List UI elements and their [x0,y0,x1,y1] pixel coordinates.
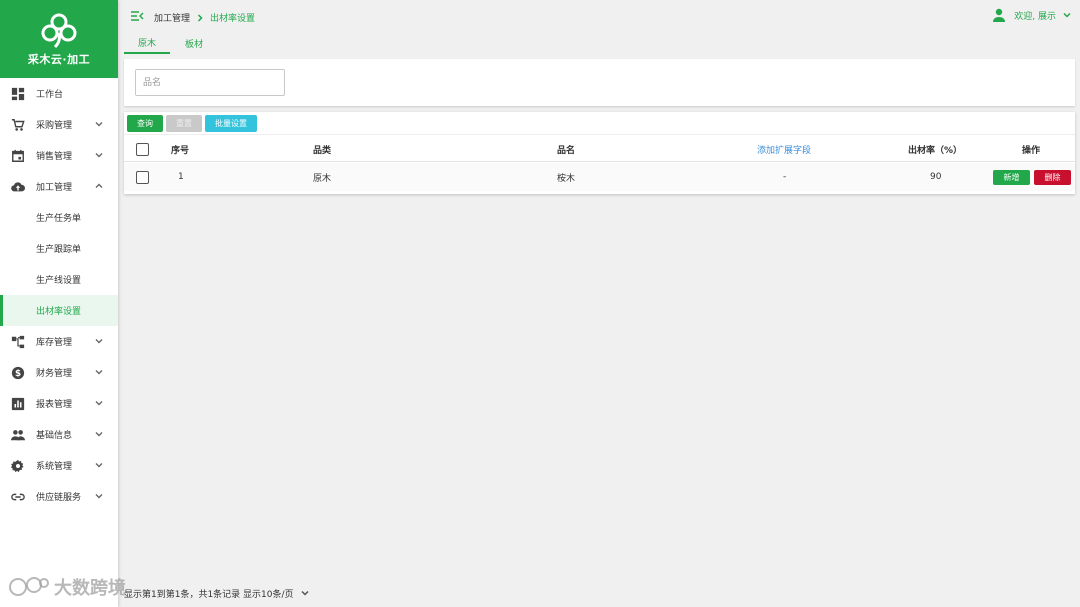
breadcrumb: 加工管理 出材率设置 [154,11,255,24]
reset-button[interactable]: 重置 [166,115,202,132]
tab-log[interactable]: 原木 [124,32,170,54]
search-panel [124,59,1075,106]
brand-name: 采木云·加工 [27,53,91,66]
cell-yield-rate: 90 [930,172,942,182]
row-checkbox[interactable] [136,170,149,184]
sidebar-item-label: 报表管理 [36,400,73,410]
tab-bar: 原木 板材 [124,32,218,54]
chevron-down-icon [94,460,104,470]
sidebar-item-label: 系统管理 [36,462,73,472]
chevron-down-icon [94,367,104,377]
cell-name: 桉木 [557,173,576,184]
row-select-cell [136,163,149,191]
svg-text:$: $ [15,369,21,379]
breadcrumb-root[interactable]: 加工管理 [154,11,190,24]
chevron-down-icon [94,429,104,439]
breadcrumb-current: 出材率设置 [210,14,256,24]
dollar-icon: $ [10,365,26,381]
sidebar-item-finance[interactable]: $ 财务管理 [0,357,118,388]
sidebar-subitem-yield-rate[interactable]: 出材率设置 [0,295,118,326]
table-row: 1 原木 桉木 - 90 新增 删除 [124,163,1075,191]
watermark-logo-icon [9,577,49,596]
pagination-info: 显示第1到第1条，共1条记录 显示10条/页 [124,589,294,600]
query-button[interactable]: 查询 [127,115,163,132]
column-header-category: 品类 [313,145,332,156]
sidebar-item-label: 工作台 [36,90,64,100]
sidebar-item-label: 基础信息 [36,431,73,441]
batch-settings-button[interactable]: 批量设置 [205,115,257,132]
sidebar-item-workbench[interactable]: 工作台 [0,78,118,109]
top-header: 加工管理 出材率设置 欢迎, 展示 [118,0,1080,32]
add-extension-field-link[interactable]: 添加扩展字段 [757,135,811,163]
people-icon [10,427,26,443]
chevron-down-icon [94,398,104,408]
sidebar-item-sales[interactable]: 销售管理 [0,140,118,171]
sidebar-item-purchase[interactable]: 采购管理 [0,109,118,140]
sidebar-item-inventory[interactable]: 库存管理 [0,326,118,357]
sidebar-item-reports[interactable]: 报表管理 [0,388,118,419]
sidebar-item-basic-info[interactable]: 基础信息 [0,419,118,450]
sidebar-item-label: 库存管理 [36,338,73,348]
page-size-dropdown-icon[interactable] [300,588,310,598]
link-icon [10,489,26,505]
sidebar-item-label: 供应链服务 [36,493,82,503]
welcome-text: 欢迎, 展示 [1014,11,1056,22]
sidebar-item-label: 采购管理 [36,121,73,131]
cloud-upload-icon [10,179,26,195]
cart-icon [10,117,26,133]
user-icon [992,8,1006,22]
sidebar-nav: 工作台 采购管理 销售管理 加工管理 生产任务单 生产跟踪单 生产线设置 出材率… [0,78,118,512]
add-row-button[interactable]: 新增 [993,170,1030,185]
pagination: 显示第1到第1条，共1条记录 显示10条/页 [124,586,310,600]
brand-logo[interactable]: 采木云·加工 [0,0,118,78]
clover-logo-icon [41,13,77,49]
dashboard-icon [10,86,26,102]
sidebar-item-label: 财务管理 [36,369,73,379]
sidebar-item-system[interactable]: 系统管理 [0,450,118,481]
column-header-index: 序号 [171,145,190,156]
chevron-down-icon [94,150,104,160]
sidebar-subitem-production-tracking[interactable]: 生产跟踪单 [0,233,118,264]
product-name-input[interactable] [135,69,285,96]
sidebar-item-processing[interactable]: 加工管理 [0,171,118,202]
sidebar: 采木云·加工 工作台 采购管理 销售管理 加工管理 生产任务单 生产跟踪单 生产… [0,0,118,607]
cell-index: 1 [178,172,184,182]
watermark: 大数跨境 [8,574,126,600]
watermark-text: 大数跨境 [54,578,126,599]
sidebar-subitem-production-line[interactable]: 生产线设置 [0,264,118,295]
delete-row-button[interactable]: 删除 [1034,170,1071,185]
cell-category: 原木 [313,173,332,184]
sidebar-subitem-production-task[interactable]: 生产任务单 [0,202,118,233]
column-header-actions: 操作 [1022,145,1041,156]
chevron-up-icon [94,181,104,191]
menu-collapse-icon[interactable] [130,10,144,22]
chevron-down-icon [94,119,104,129]
calendar-icon [10,148,26,164]
bar-chart-icon [10,396,26,412]
chevron-down-icon [94,491,104,501]
chevron-down-icon [94,336,104,346]
tree-structure-icon [10,334,26,350]
table-header: 序号 品类 品名 添加扩展字段 出材率（%） 操作 [124,134,1075,162]
chevron-right-icon [196,13,204,22]
gear-icon [10,458,26,474]
select-all-checkbox[interactable] [136,142,149,156]
column-header-name: 品名 [557,145,576,156]
chevron-down-icon [1062,10,1072,20]
sidebar-item-label: 销售管理 [36,152,73,162]
cell-ext: - [783,172,787,182]
column-header-yield-rate: 出材率（%） [908,145,963,156]
toolbar: 查询 重置 批量设置 [127,115,260,133]
data-table-panel: 查询 重置 批量设置 序号 品类 品名 添加扩展字段 出材率（%） 操作 1 原… [124,112,1075,194]
user-menu[interactable]: 欢迎, 展示 [992,8,1072,22]
select-all-cell [136,135,149,163]
tab-board[interactable]: 板材 [171,32,217,54]
sidebar-item-label: 加工管理 [36,183,73,193]
sidebar-item-supply-chain[interactable]: 供应链服务 [0,481,118,512]
